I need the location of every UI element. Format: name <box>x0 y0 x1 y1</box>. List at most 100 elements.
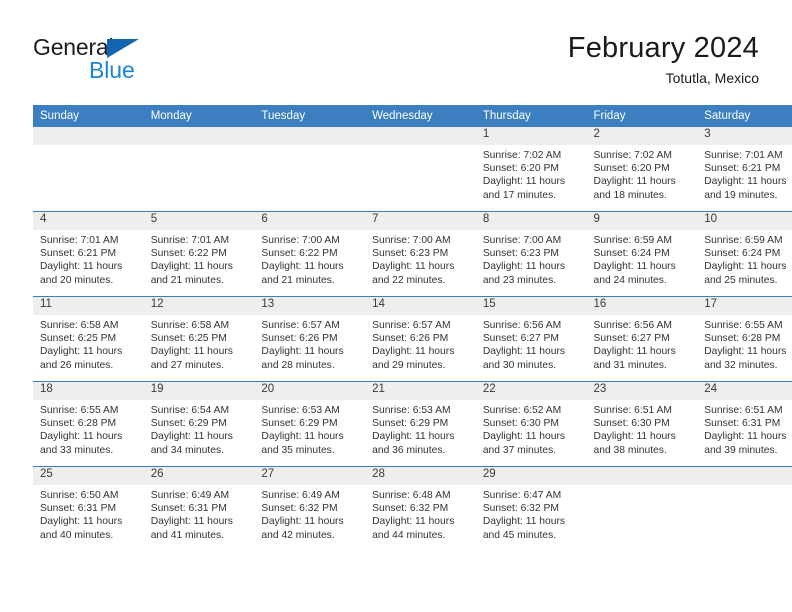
calendar-day-cell[interactable]: 5 Sunrise: 7:01 AM Sunset: 6:22 PM Daylight… <box>143 211 255 297</box>
calendar-day-cell[interactable]: 15 Sunrise: 6:56 AM Sunset: 6:27 PM Dayligh… <box>475 296 587 382</box>
daylight-text: Daylight: 11 hours <box>593 261 676 273</box>
daylight-text: Daylight: 11 hours <box>40 346 123 358</box>
day-details: Sunrise: 6:59 AM Sunset: 6:24 PM Daylight:… <box>587 230 698 287</box>
daylight-text: and 34 minutes. <box>150 444 224 456</box>
daylight-text: Daylight: 11 hours <box>482 516 566 528</box>
daylight-text: Daylight: 11 hours <box>372 516 455 528</box>
day-number: 19 <box>143 382 255 400</box>
calendar-day-cell[interactable]: 13 Sunrise: 6:57 AM Sunset: 6:26 PM Dayligh… <box>254 296 366 382</box>
daylight-text: Daylight: 11 hours <box>40 516 123 528</box>
day-number: 2 <box>586 127 698 145</box>
calendar-day-cell[interactable]: 18 Sunrise: 6:55 AM Sunset: 6:28 PM Dayligh… <box>33 381 144 467</box>
day-details: Sunrise: 7:01 AM Sunset: 6:21 PM Daylight:… <box>697 145 792 202</box>
calendar-table: Sunday Monday Tuesday Wednesday Thursday… <box>33 105 792 551</box>
daylight-text: and 33 minutes. <box>40 444 114 456</box>
daylight-text: Daylight: 11 hours <box>704 431 787 443</box>
calendar-day-cell[interactable]: 29 Sunrise: 6:47 AM Sunset: 6:32 PM Dayligh… <box>475 466 587 551</box>
day-details: Sunrise: 6:51 AM Sunset: 6:31 PM Daylight:… <box>697 400 792 457</box>
sunset-text: Sunset: 6:25 PM <box>40 333 117 345</box>
day-details: Sunrise: 7:01 AM Sunset: 6:21 PM Daylight:… <box>33 230 144 287</box>
day-details: Sunrise: 6:56 AM Sunset: 6:27 PM Daylight:… <box>587 315 698 372</box>
daylight-text: and 21 minutes. <box>261 274 335 286</box>
day-details <box>33 145 144 149</box>
weekday-header-wednesday: Wednesday <box>365 105 476 127</box>
calendar-day-cell[interactable]: 7 Sunrise: 7:00 AM Sunset: 6:23 PM Daylight… <box>365 211 476 297</box>
calendar-day-cell[interactable]: 12 Sunrise: 6:58 AM Sunset: 6:25 PM Dayligh… <box>143 296 255 382</box>
calendar-day-cell-empty <box>143 127 255 212</box>
calendar-day-cell[interactable]: 1 Sunrise: 7:02 AM Sunset: 6:20 PM Daylight… <box>475 127 587 212</box>
calendar-day-cell[interactable]: 24 Sunrise: 6:51 AM Sunset: 6:31 PM Dayligh… <box>697 381 792 467</box>
daylight-text: and 17 minutes. <box>482 189 557 201</box>
daylight-text: Daylight: 11 hours <box>40 431 123 443</box>
day-details: Sunrise: 6:59 AM Sunset: 6:24 PM Daylight:… <box>697 230 792 287</box>
sunset-text: Sunset: 6:30 PM <box>593 418 670 430</box>
calendar-body: 1 Sunrise: 7:02 AM Sunset: 6:20 PM Daylight… <box>33 127 792 551</box>
daylight-text: Daylight: 11 hours <box>482 176 566 188</box>
calendar-day-cell[interactable]: 27 Sunrise: 6:49 AM Sunset: 6:32 PM Dayligh… <box>254 466 366 551</box>
weekday-header-friday: Friday <box>586 105 698 127</box>
calendar-day-cell[interactable]: 28 Sunrise: 6:48 AM Sunset: 6:32 PM Dayligh… <box>365 466 476 551</box>
daylight-text: and 36 minutes. <box>372 444 446 456</box>
calendar-day-cell[interactable]: 2 Sunrise: 7:02 AM Sunset: 6:20 PM Daylight… <box>586 127 698 212</box>
sunrise-text: Sunrise: 7:00 AM <box>261 235 340 246</box>
day-number <box>143 127 255 145</box>
sunset-text: Sunset: 6:23 PM <box>372 248 449 260</box>
day-details: Sunrise: 6:58 AM Sunset: 6:25 PM Daylight:… <box>144 315 255 372</box>
sunset-text: Sunset: 6:21 PM <box>704 163 781 175</box>
weekday-header-thursday: Thursday <box>475 105 587 127</box>
day-details: Sunrise: 7:00 AM Sunset: 6:23 PM Daylight:… <box>476 230 587 287</box>
day-number: 28 <box>365 467 476 485</box>
day-number <box>365 127 476 145</box>
calendar-day-cell[interactable]: 11 Sunrise: 6:58 AM Sunset: 6:25 PM Dayligh… <box>33 296 144 382</box>
day-number: 14 <box>365 297 476 315</box>
calendar-day-cell[interactable]: 14 Sunrise: 6:57 AM Sunset: 6:26 PM Dayligh… <box>365 296 476 382</box>
day-number <box>254 127 366 145</box>
calendar-day-cell[interactable]: 20 Sunrise: 6:53 AM Sunset: 6:29 PM Dayligh… <box>254 381 366 467</box>
daylight-text: Daylight: 11 hours <box>40 261 123 273</box>
sunset-text: Sunset: 6:25 PM <box>150 333 227 345</box>
daylight-text: and 45 minutes. <box>482 529 557 541</box>
calendar-day-cell[interactable]: 21 Sunrise: 6:53 AM Sunset: 6:29 PM Dayligh… <box>365 381 476 467</box>
daylight-text: Daylight: 11 hours <box>150 261 233 273</box>
daylight-text: and 32 minutes. <box>704 359 778 371</box>
calendar-header-row: Sunday Monday Tuesday Wednesday Thursday… <box>33 105 792 127</box>
sunset-text: Sunset: 6:22 PM <box>261 248 338 260</box>
weekday-header-monday: Monday <box>143 105 255 127</box>
calendar-day-cell[interactable]: 22 Sunrise: 6:52 AM Sunset: 6:30 PM Dayligh… <box>475 381 587 467</box>
day-number: 27 <box>254 467 366 485</box>
sunset-text: Sunset: 6:30 PM <box>482 418 559 430</box>
calendar-day-cell[interactable]: 26 Sunrise: 6:49 AM Sunset: 6:31 PM Dayligh… <box>143 466 255 551</box>
calendar-day-cell[interactable]: 19 Sunrise: 6:54 AM Sunset: 6:29 PM Dayligh… <box>143 381 255 467</box>
calendar-day-cell[interactable]: 23 Sunrise: 6:51 AM Sunset: 6:30 PM Dayligh… <box>586 381 698 467</box>
day-number <box>697 467 792 485</box>
day-number: 15 <box>475 297 587 315</box>
daylight-text: and 37 minutes. <box>482 444 557 456</box>
general-blue-logo[interactable]: General Blue <box>33 34 233 90</box>
calendar-day-cell[interactable]: 9 Sunrise: 6:59 AM Sunset: 6:24 PM Daylight… <box>586 211 698 297</box>
daylight-text: and 41 minutes. <box>150 529 224 541</box>
day-number <box>33 127 144 145</box>
weekday-header-sunday: Sunday <box>33 105 144 127</box>
calendar-day-cell[interactable]: 10 Sunrise: 6:59 AM Sunset: 6:24 PM Dayligh… <box>697 211 792 297</box>
sunset-text: Sunset: 6:27 PM <box>482 333 559 345</box>
calendar-week-row: 25 Sunrise: 6:50 AM Sunset: 6:31 PM Dayligh… <box>33 466 792 551</box>
calendar-day-cell[interactable]: 3 Sunrise: 7:01 AM Sunset: 6:21 PM Daylight… <box>697 127 792 212</box>
day-details: Sunrise: 6:52 AM Sunset: 6:30 PM Daylight:… <box>476 400 587 457</box>
calendar-day-cell[interactable]: 25 Sunrise: 6:50 AM Sunset: 6:31 PM Dayligh… <box>33 466 144 551</box>
sunrise-text: Sunrise: 6:58 AM <box>40 320 119 331</box>
calendar-day-cell[interactable]: 4 Sunrise: 7:01 AM Sunset: 6:21 PM Daylight… <box>33 211 144 297</box>
sunrise-text: Sunrise: 6:51 AM <box>704 405 783 416</box>
calendar-day-cell[interactable]: 6 Sunrise: 7:00 AM Sunset: 6:22 PM Daylight… <box>254 211 366 297</box>
day-details: Sunrise: 6:50 AM Sunset: 6:31 PM Daylight:… <box>33 485 144 542</box>
sunrise-text: Sunrise: 6:47 AM <box>482 490 562 501</box>
day-details: Sunrise: 6:48 AM Sunset: 6:32 PM Daylight:… <box>365 485 476 542</box>
sunrise-text: Sunrise: 6:53 AM <box>372 405 451 416</box>
daylight-text: and 44 minutes. <box>372 529 446 541</box>
daylight-text: and 26 minutes. <box>40 359 114 371</box>
daylight-text: Daylight: 11 hours <box>150 346 233 358</box>
calendar-day-cell[interactable]: 8 Sunrise: 7:00 AM Sunset: 6:23 PM Daylight… <box>475 211 587 297</box>
calendar-day-cell[interactable]: 16 Sunrise: 6:56 AM Sunset: 6:27 PM Dayligh… <box>586 296 698 382</box>
sunrise-text: Sunrise: 6:57 AM <box>261 320 340 331</box>
calendar-day-cell[interactable]: 17 Sunrise: 6:55 AM Sunset: 6:28 PM Dayligh… <box>697 296 792 382</box>
daylight-text: Daylight: 11 hours <box>704 346 787 358</box>
